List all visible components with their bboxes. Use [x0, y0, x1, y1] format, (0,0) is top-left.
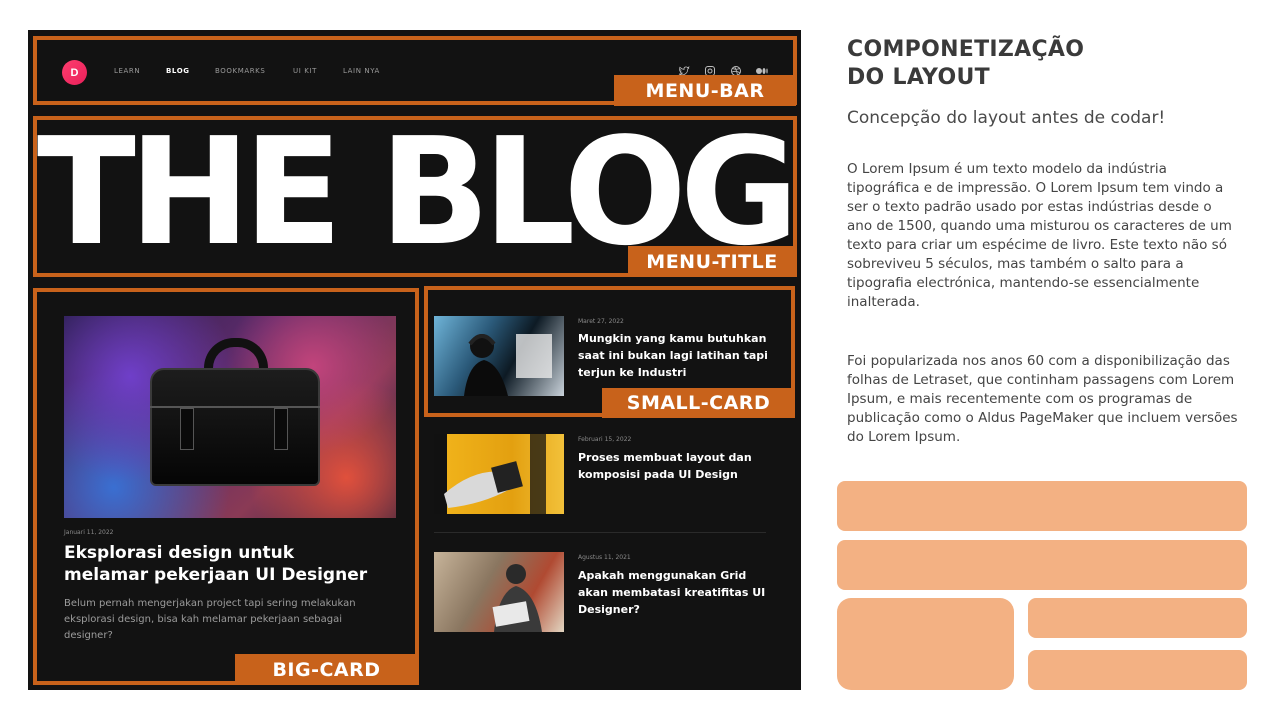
wireframe-menu-title-block [837, 540, 1247, 590]
small-card-date: Agustus 11, 2021 [578, 554, 631, 561]
small-card-headline[interactable]: Proses membuat layout dan komposisi pada… [578, 449, 773, 483]
description-panel: COMPONETIZAÇÃO DO LAYOUT Concepção do la… [847, 36, 1247, 445]
big-card-frame [33, 288, 419, 685]
small-card-image[interactable] [434, 552, 564, 632]
small-card-headline[interactable]: Apakah menggunakan Grid akan membatasi k… [578, 567, 773, 618]
blog-mockup: D LEARN BLOG BOOKMARKS UI KIT LAIN NYA T… [28, 30, 801, 690]
person-laptop-illustration [492, 564, 542, 632]
rubiks-cube-hand-illustration [444, 434, 546, 514]
small-card-label: SMALL-CARD [602, 388, 795, 418]
big-card-label: BIG-CARD [235, 654, 418, 685]
small-card-date: Februari 15, 2022 [578, 436, 632, 443]
small-card-image[interactable] [434, 434, 564, 514]
menu-title-label: MENU-TITLE [628, 246, 796, 277]
panel-subheading: Concepção do layout antes de codar! [847, 108, 1166, 128]
menu-bar-label: MENU-BAR [614, 75, 796, 106]
panel-heading-line: COMPONETIZAÇÃO [847, 37, 1085, 62]
wireframe-small-card-block [1028, 598, 1247, 638]
panel-heading: COMPONETIZAÇÃO DO LAYOUT [847, 36, 1147, 92]
wireframe-menu-bar-block [837, 481, 1247, 531]
wireframe-big-card-block [837, 598, 1014, 690]
wireframe-small-card-block [1028, 650, 1247, 690]
panel-heading-line: DO LAYOUT [847, 65, 990, 90]
body-paragraph: O Lorem Ipsum é um texto modelo da indús… [847, 161, 1232, 310]
card-divider [434, 532, 766, 533]
body-paragraph: Foi popularizada nos anos 60 com a dispo… [847, 353, 1238, 445]
